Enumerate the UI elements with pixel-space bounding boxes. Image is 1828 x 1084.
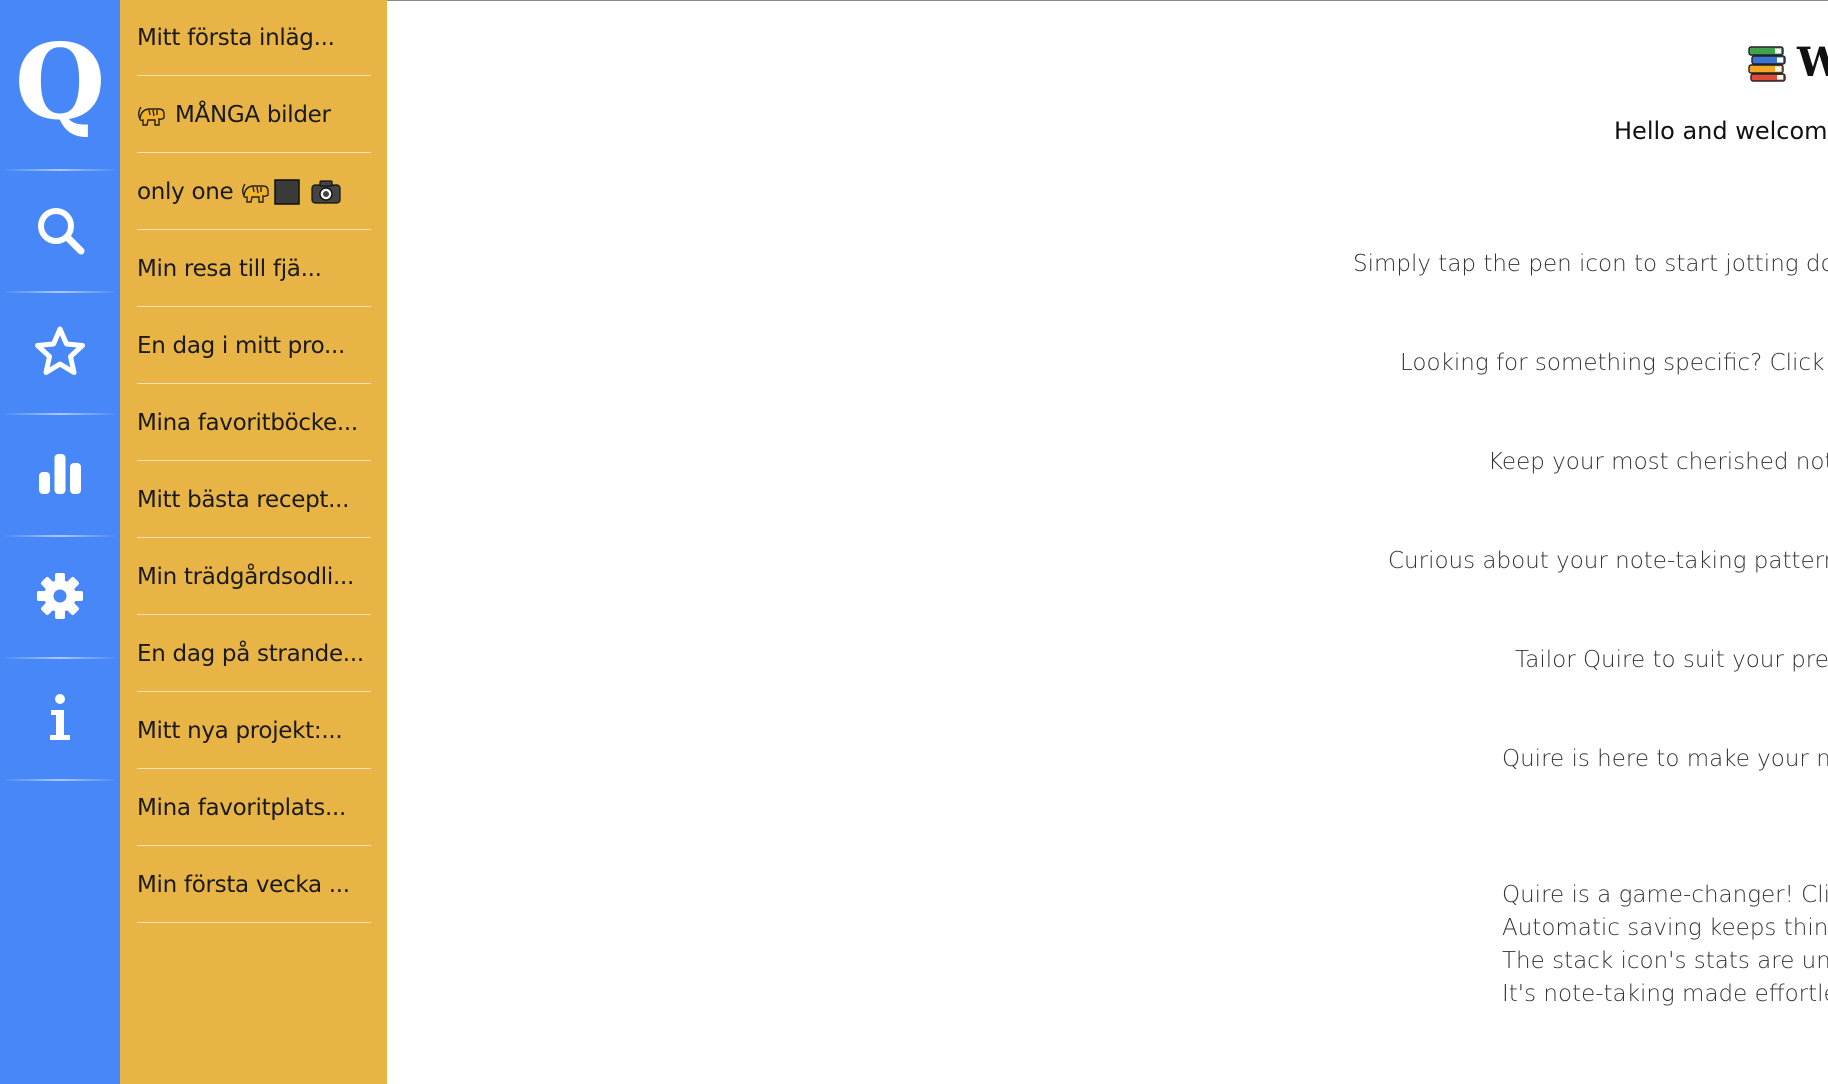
- footer-line: The stack icon's stats are unex: [1502, 948, 1828, 974]
- intro-line: Simply tap the pen icon to start jotting…: [1353, 251, 1828, 277]
- note-item[interactable]: En dag i mitt pro...: [137, 308, 371, 384]
- note-item[interactable]: Mitt bästa recept...: [137, 462, 371, 538]
- app-window: Q Mitt första inläg... MÅNGA bilder only…: [0, 0, 1828, 1084]
- intro-line: Tailor Quire to suit your prefe: [1515, 647, 1828, 673]
- gear-icon: [37, 573, 83, 619]
- note-item[interactable]: Min resa till fjä...: [137, 231, 371, 307]
- star-icon: [35, 326, 85, 375]
- search-icon: [38, 208, 85, 255]
- settings-button[interactable]: [0, 536, 120, 656]
- hello-text: Hello and welcome t: [1614, 117, 1828, 145]
- search-button[interactable]: [0, 170, 120, 290]
- welcome-title-text: W: [1797, 39, 1828, 86]
- note-item[interactable]: Mitt första inläg...: [137, 0, 371, 76]
- nav-rail: Q: [0, 0, 120, 1084]
- books-icon: [1748, 45, 1786, 82]
- footer-line: Quire is a game-changer! Click: [1502, 882, 1828, 908]
- intro-line: Keep your most cherished note: [1488, 449, 1828, 475]
- note-title: Mitt första inläg...: [137, 24, 335, 51]
- note-item[interactable]: Mina favoritböcke...: [137, 385, 371, 461]
- logo-letter: Q: [14, 20, 106, 143]
- main-content: W Hello and welcome t Simply tap the pen…: [387, 0, 1828, 1084]
- intro-line: Quire is here to make your not: [1502, 746, 1828, 772]
- footer-line: It's note-taking made effortles: [1502, 981, 1828, 1007]
- black-square-icon: [273, 178, 301, 206]
- info-button[interactable]: [0, 658, 120, 778]
- tiger-icon: [241, 178, 271, 206]
- note-title: Mina favoritplats...: [137, 794, 346, 821]
- note-title: Min första vecka ...: [137, 871, 350, 898]
- app-logo[interactable]: Q: [0, 0, 120, 168]
- tiger-icon: [137, 101, 167, 129]
- footer-line: Automatic saving keeps things: [1502, 915, 1828, 941]
- note-item[interactable]: Min trädgårdsodli...: [137, 539, 371, 615]
- note-title: Mitt nya projekt:...: [137, 717, 343, 744]
- note-item[interactable]: Mitt nya projekt:...: [137, 693, 371, 769]
- note-title: Mina favoritböcke...: [137, 409, 358, 436]
- info-icon: [50, 694, 70, 740]
- welcome-heading: W: [1747, 39, 1828, 86]
- rail-divider: [6, 779, 114, 781]
- note-title: only one: [137, 178, 234, 205]
- intro-line: Looking for something specific? Click on: [1400, 350, 1828, 376]
- note-title: En dag på strande...: [137, 640, 364, 667]
- note-title: Min trädgårdsodli...: [137, 563, 355, 590]
- note-item[interactable]: En dag på strande...: [137, 616, 371, 692]
- note-title: Min resa till fjä...: [137, 255, 322, 282]
- intro-line: Curious about your note-taking patterns: [1388, 548, 1828, 574]
- note-title: Mitt bästa recept...: [137, 486, 350, 513]
- favorites-button[interactable]: [0, 292, 120, 412]
- note-item[interactable]: Mina favoritplats...: [137, 770, 371, 846]
- stats-button[interactable]: [0, 414, 120, 534]
- camera-icon: [311, 179, 341, 205]
- bar-chart-icon: [39, 454, 81, 494]
- note-title: En dag i mitt pro...: [137, 332, 346, 359]
- note-item[interactable]: Min första vecka ...: [137, 847, 371, 923]
- note-item[interactable]: only one: [137, 154, 371, 230]
- note-title: MÅNGA bilder: [175, 101, 331, 128]
- note-item[interactable]: MÅNGA bilder: [137, 77, 371, 153]
- notes-list-panel: Mitt första inläg... MÅNGA bilder only o…: [120, 0, 387, 1084]
